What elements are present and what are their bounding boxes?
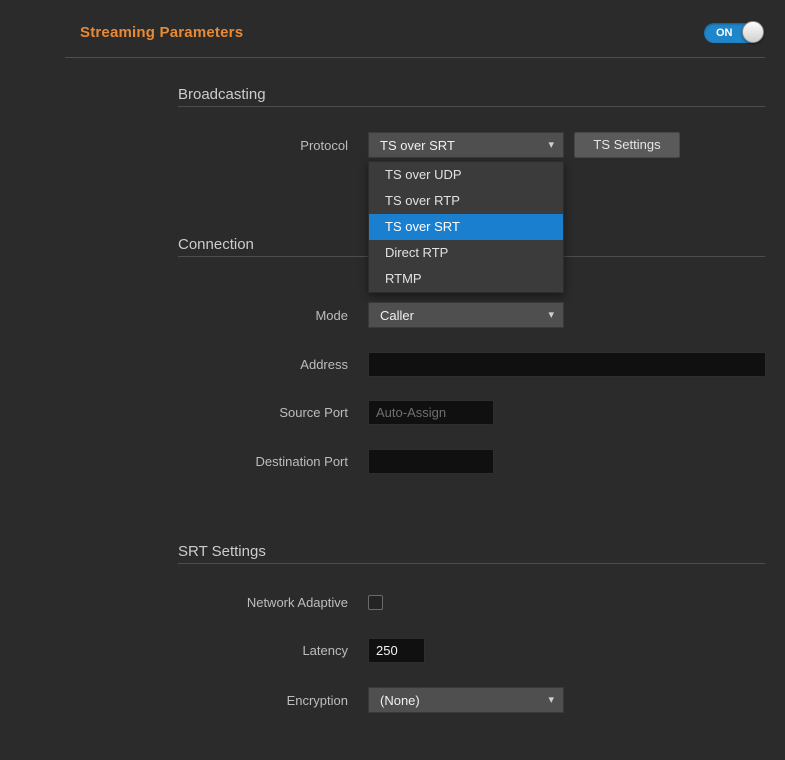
source-port-input[interactable]	[368, 400, 494, 425]
page-title: Streaming Parameters	[80, 24, 243, 41]
toggle-knob-icon	[742, 21, 764, 43]
section-heading-connection: Connection	[178, 236, 254, 253]
chevron-down-icon: ▾	[548, 695, 554, 706]
address-input[interactable]	[368, 352, 766, 377]
chevron-down-icon: ▾	[548, 310, 554, 321]
protocol-label: Protocol	[65, 138, 368, 153]
network-adaptive-label: Network Adaptive	[65, 595, 368, 610]
source-port-label: Source Port	[65, 405, 368, 420]
protocol-dropdown-menu: TS over UDP TS over RTP TS over SRT Dire…	[368, 161, 564, 293]
section-heading-srt-settings: SRT Settings	[178, 543, 266, 560]
mode-label: Mode	[65, 308, 368, 323]
destination-port-label: Destination Port	[65, 454, 368, 469]
latency-input[interactable]	[368, 638, 425, 663]
ts-settings-button[interactable]: TS Settings	[574, 132, 680, 158]
chevron-down-icon: ▾	[548, 140, 554, 151]
encryption-select-value: (None)	[380, 693, 420, 708]
broadcasting-divider	[178, 106, 765, 107]
destination-port-input[interactable]	[368, 449, 494, 474]
menu-item-direct-rtp[interactable]: Direct RTP	[369, 240, 563, 266]
address-label: Address	[65, 357, 368, 372]
menu-item-rtmp[interactable]: RTMP	[369, 266, 563, 292]
mode-select-value: Caller	[380, 308, 414, 323]
network-adaptive-checkbox[interactable]	[368, 595, 383, 610]
menu-item-ts-over-udp[interactable]: TS over UDP	[369, 162, 563, 188]
encryption-label: Encryption	[65, 693, 368, 708]
menu-item-ts-over-rtp[interactable]: TS over RTP	[369, 188, 563, 214]
section-heading-broadcasting: Broadcasting	[178, 86, 266, 103]
latency-label: Latency	[65, 643, 368, 658]
toggle-on-label: ON	[716, 27, 733, 39]
menu-item-ts-over-srt[interactable]: TS over SRT	[369, 214, 563, 240]
protocol-select[interactable]: TS over SRT ▾	[368, 132, 564, 158]
protocol-select-value: TS over SRT	[380, 138, 455, 153]
encryption-select[interactable]: (None) ▾	[368, 687, 564, 713]
srt-settings-divider	[178, 563, 765, 564]
streaming-parameters-panel: Streaming Parameters ON Broadcasting Pro…	[0, 0, 785, 760]
header-divider	[65, 57, 765, 58]
mode-select[interactable]: Caller ▾	[368, 302, 564, 328]
streaming-enable-toggle[interactable]: ON	[704, 23, 762, 43]
